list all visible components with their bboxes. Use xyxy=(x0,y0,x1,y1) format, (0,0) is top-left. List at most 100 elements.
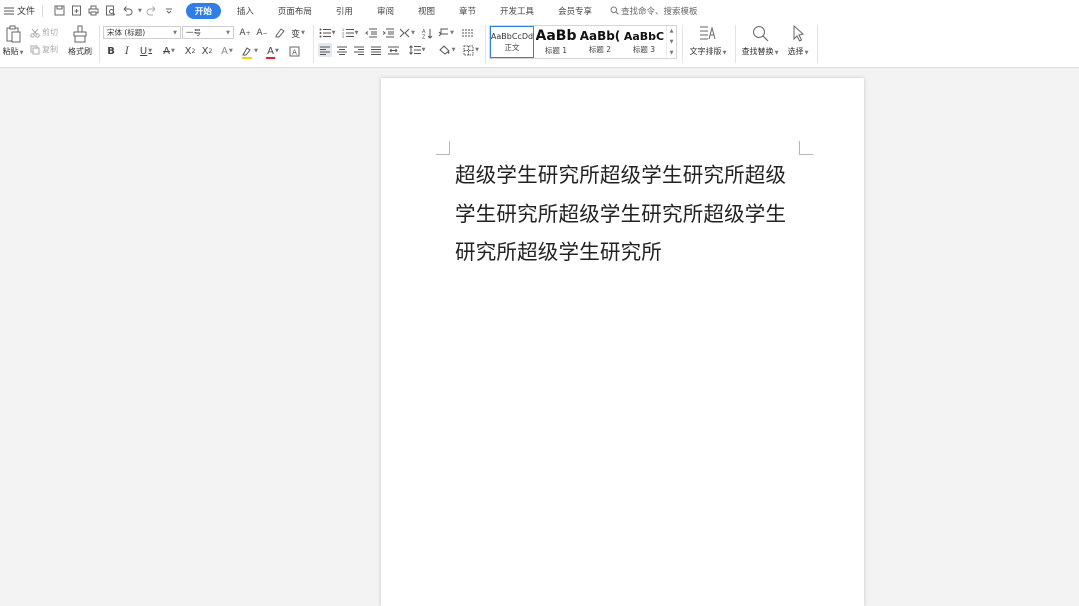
italic-button[interactable]: I xyxy=(121,44,133,58)
find-replace-button[interactable]: 查找替换▼ xyxy=(739,25,781,61)
document-body-text[interactable]: 超级学生研究所超级学生研究所超级学生研究所超级学生研究所超级学生研究所超级学生研… xyxy=(455,156,797,272)
format-painter-label: 格式刷 xyxy=(68,47,92,56)
shrink-font-button[interactable]: A − xyxy=(255,26,269,40)
group-separator xyxy=(485,25,486,63)
paste-button[interactable]: 粘贴▼ xyxy=(2,25,24,61)
cut-label: 剪切 xyxy=(42,28,58,37)
undo-dropdown-icon[interactable]: ▼ xyxy=(138,8,142,14)
tab-member[interactable]: 会员专享 xyxy=(550,3,600,19)
decrease-indent-icon[interactable] xyxy=(364,26,378,40)
margin-marker xyxy=(799,141,813,155)
tab-insert[interactable]: 插入 xyxy=(229,3,262,19)
style-normal[interactable]: AaBbCcDd 正文 xyxy=(490,26,534,58)
group-separator xyxy=(682,25,683,63)
grow-font-button[interactable]: A + xyxy=(238,26,252,40)
hamburger-icon xyxy=(4,7,14,15)
find-replace-label: 查找替换▼ xyxy=(741,47,779,56)
clear-format-icon[interactable] xyxy=(272,26,286,40)
text-layout-button[interactable]: 文字排版▼ xyxy=(686,25,730,61)
text-layout-icon xyxy=(699,25,717,42)
tab-developer-tools[interactable]: 开发工具 xyxy=(492,3,542,19)
bold-button[interactable]: B xyxy=(105,44,117,58)
chevron-down-icon: ▼ xyxy=(173,29,177,36)
strikethrough-button[interactable]: A ▼ xyxy=(160,44,178,58)
export-pdf-icon[interactable] xyxy=(69,4,83,18)
tab-home[interactable]: 开始 xyxy=(185,2,221,19)
file-menu-label: 文件 xyxy=(17,7,36,17)
font-name-select[interactable]: 宋体 (标题) ▼ xyxy=(103,26,181,39)
tab-page-layout[interactable]: 页面布局 xyxy=(270,3,320,19)
highlight-button[interactable]: ▼ xyxy=(240,44,260,58)
command-search[interactable]: 查找命令、搜索模板 xyxy=(610,5,698,17)
copy-button[interactable]: 复制 xyxy=(30,44,58,55)
style-heading-2[interactable]: AaBb( 标题 2 xyxy=(578,26,622,58)
style-preview: AaBb xyxy=(535,28,577,44)
save-icon[interactable] xyxy=(52,4,66,18)
search-placeholder: 查找命令、搜索模板 xyxy=(621,6,698,17)
svg-text:Z: Z xyxy=(422,34,426,39)
subscript-button[interactable]: X2 xyxy=(200,44,214,58)
customize-toolbar-icon[interactable] xyxy=(162,4,176,18)
font-size-select[interactable]: 一号 ▼ xyxy=(182,26,234,39)
scissors-icon xyxy=(30,28,40,38)
char-border-icon[interactable]: A xyxy=(287,44,301,58)
shading-icon[interactable]: ▼ xyxy=(437,43,457,57)
superscript-button[interactable]: X2 xyxy=(183,44,197,58)
style-heading-1[interactable]: AaBb 标题 1 xyxy=(534,26,578,58)
styles-gallery: AaBbCcDd 正文 AaBb 标题 1 AaBb( 标题 2 AaBbC 标… xyxy=(489,25,677,59)
svg-text:3: 3 xyxy=(342,35,344,38)
search-icon xyxy=(610,6,619,15)
cut-button[interactable]: 剪切 xyxy=(30,27,58,38)
print-icon[interactable] xyxy=(86,4,100,18)
tab-section[interactable]: 章节 xyxy=(451,3,484,19)
sort-icon[interactable]: AZ xyxy=(420,26,434,40)
increase-indent-icon[interactable] xyxy=(381,26,395,40)
text-effect-button[interactable]: A ▼ xyxy=(218,44,236,58)
style-preview: AaBbC xyxy=(623,29,665,43)
cursor-arrow-icon xyxy=(791,25,806,42)
file-menu[interactable]: 文件 xyxy=(0,4,39,17)
chevron-up-icon[interactable]: ▲ xyxy=(670,28,674,34)
format-painter-button[interactable]: 格式刷 xyxy=(66,25,94,61)
select-button[interactable]: 选择▼ xyxy=(784,25,812,61)
paste-label: 粘贴▼ xyxy=(2,47,24,56)
pinyin-guide-button[interactable]: 变 ▼ xyxy=(289,26,307,40)
distribute-icon[interactable] xyxy=(386,43,400,57)
numbered-list-icon[interactable]: 1 2 3 ▼ xyxy=(341,26,359,40)
tab-view[interactable]: 视图 xyxy=(410,3,443,19)
margin-marker xyxy=(436,141,450,155)
text-layout-label: 文字排版▼ xyxy=(689,47,727,56)
justify-icon[interactable] xyxy=(369,43,383,57)
document-page[interactable]: 超级学生研究所超级学生研究所超级学生研究所超级学生研究所超级学生研究所超级学生研… xyxy=(381,78,864,606)
align-center-icon[interactable] xyxy=(335,43,349,57)
format-painter-icon xyxy=(72,25,88,43)
underline-button[interactable]: U ▼ xyxy=(137,44,155,58)
align-left-icon[interactable] xyxy=(318,43,332,57)
style-name: 标题 1 xyxy=(544,46,568,55)
bullet-list-icon[interactable]: ▼ xyxy=(318,26,336,40)
font-color-bar xyxy=(266,57,275,59)
menu-bar: 文件 ▼ 开始 插入 页面布局 引用 审阅 视图 章节 开发工具 会员专享 查找… xyxy=(0,0,1079,21)
align-right-icon[interactable] xyxy=(352,43,366,57)
copy-label: 复制 xyxy=(42,45,58,54)
style-name: 标题 3 xyxy=(632,44,656,54)
font-name-value: 宋体 (标题) xyxy=(107,28,146,37)
ribbon-toolbar: 粘贴▼ 剪切 复制 格式刷 宋体 (标题) ▼ 一号 ▼ A + A − 变 ▼ B … xyxy=(0,21,1079,68)
tab-references[interactable]: 引用 xyxy=(328,3,361,19)
tab-review[interactable]: 审阅 xyxy=(369,3,402,19)
chinese-layout-icon[interactable]: ▼ xyxy=(398,26,416,40)
font-size-value: 一号 xyxy=(186,28,201,37)
styles-scroll[interactable]: ▲ ▼ ▼ xyxy=(666,26,676,58)
table-tools-icon[interactable] xyxy=(460,26,476,40)
chevron-down-icon[interactable]: ▼ xyxy=(670,39,674,45)
style-heading-3[interactable]: AaBbC 标题 3 xyxy=(622,26,666,58)
print-preview-icon[interactable] xyxy=(103,4,117,18)
show-marks-icon[interactable]: ▼ xyxy=(437,26,455,40)
line-spacing-icon[interactable]: ▼ xyxy=(407,43,427,57)
font-color-button[interactable]: A ▼ xyxy=(264,44,282,58)
borders-icon[interactable]: ▼ xyxy=(461,43,481,57)
redo-icon[interactable] xyxy=(145,4,159,18)
undo-icon[interactable] xyxy=(120,4,134,18)
separator xyxy=(42,4,44,17)
more-styles-icon[interactable]: ▼ xyxy=(670,50,674,56)
